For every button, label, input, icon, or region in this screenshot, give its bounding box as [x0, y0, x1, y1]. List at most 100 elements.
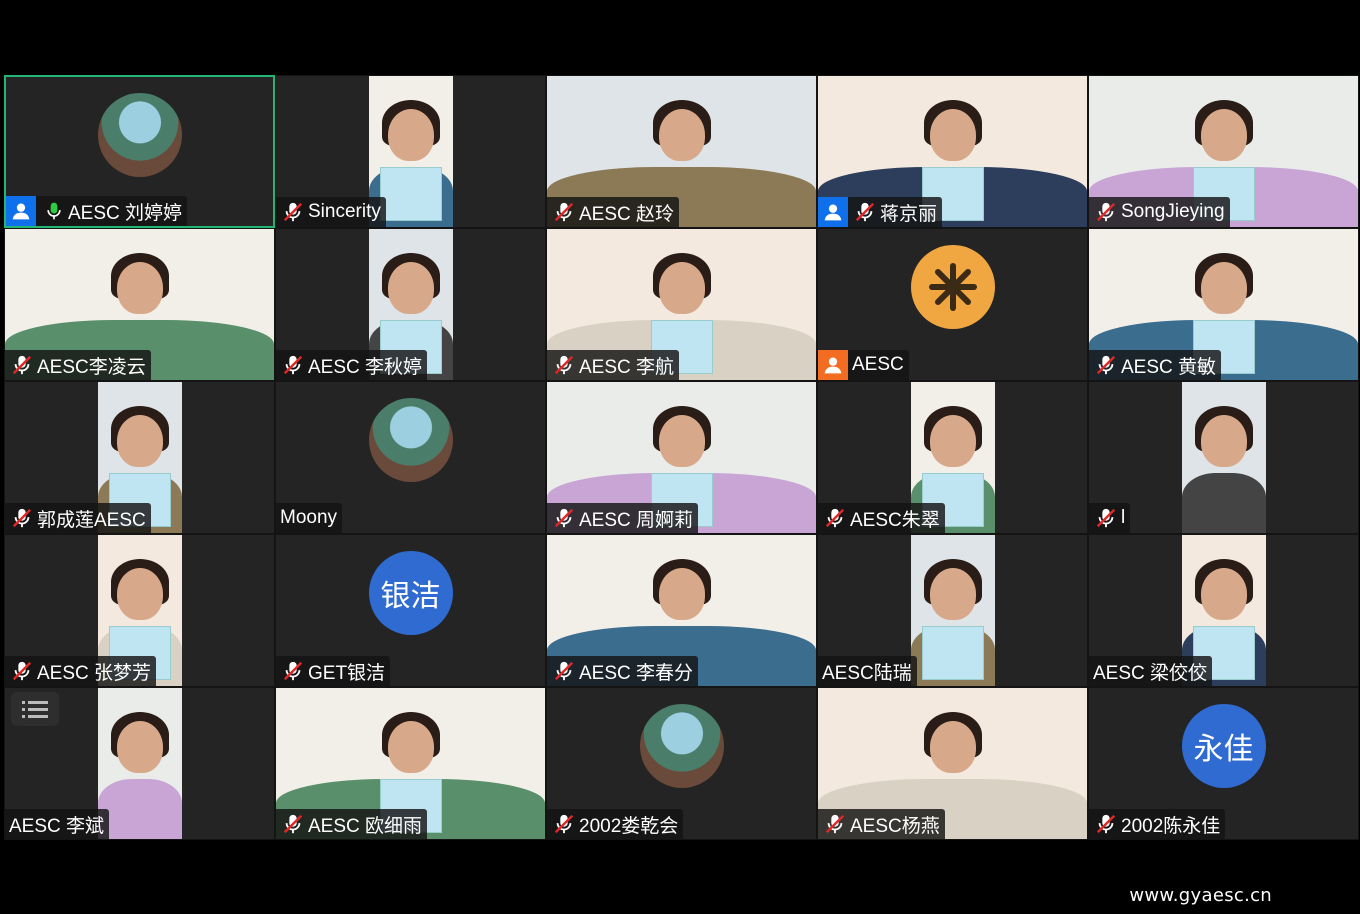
participant-tile[interactable]: AESC — [817, 228, 1088, 381]
person-face — [116, 262, 163, 315]
muted-mic-icon — [554, 355, 574, 375]
participant-name: AESC 周婀莉 — [579, 509, 694, 531]
participant-name: 2002娄乾会 — [579, 815, 679, 837]
participant-tile[interactable]: AESC 黄敏 — [1088, 228, 1359, 381]
participant-tile[interactable]: AESC李凌云 — [4, 228, 275, 381]
participant-tile[interactable]: AESC 李秋婷 — [275, 228, 546, 381]
participant-nametag: Sincerity — [276, 197, 386, 227]
participant-nametag: AESC 刘婷婷 — [6, 196, 188, 226]
participant-nametag: 2002陈永佳 — [1089, 809, 1226, 839]
participant-name: SongJieying — [1121, 201, 1225, 222]
person-face — [929, 415, 976, 468]
participant-name: AESC 李秋婷 — [308, 356, 423, 378]
muted-mic-icon — [1096, 508, 1116, 528]
muted-mic-icon — [1096, 202, 1116, 222]
participant-name: AESC 刘婷婷 — [68, 202, 183, 224]
participant-name: 蒋京丽 — [880, 203, 938, 225]
participant-tile[interactable]: AESC 李春分 — [546, 534, 817, 687]
participant-name: l — [1121, 507, 1126, 528]
participant-name: Moony — [280, 507, 338, 528]
participant-tile[interactable]: Sincerity — [275, 75, 546, 228]
participant-tile[interactable]: AESC 张梦芳 — [4, 534, 275, 687]
participant-nametag: Moony — [276, 503, 343, 533]
participant-tile[interactable]: AESC 刘婷婷 — [4, 75, 275, 228]
profile-photo — [639, 704, 724, 788]
person-face — [116, 568, 163, 621]
initials-avatar: 永佳 — [1181, 704, 1266, 788]
participant-name: AESC 张梦芳 — [37, 662, 152, 684]
person-body — [1181, 472, 1266, 533]
participant-nametag: l — [1089, 503, 1131, 533]
muted-mic-icon — [283, 661, 303, 681]
participant-tile[interactable]: 银洁 GET银洁 — [275, 534, 546, 687]
person-face — [116, 415, 163, 468]
participant-tile[interactable]: 郭成莲AESC — [4, 381, 275, 534]
participant-tile[interactable]: l — [1088, 381, 1359, 534]
participant-tile[interactable]: AESC 李航 — [546, 228, 817, 381]
muted-mic-icon — [283, 355, 303, 375]
participant-name: 郭成莲AESC — [37, 509, 146, 531]
participant-nametag: AESC 张梦芳 — [5, 656, 157, 686]
participant-name: AESC 欧细雨 — [308, 815, 423, 837]
participant-nametag: GET银洁 — [276, 656, 391, 686]
participant-nametag: AESC 李秋婷 — [276, 350, 428, 380]
participant-tile[interactable]: 永佳 2002陈永佳 — [1088, 687, 1359, 840]
book-image — [921, 626, 984, 680]
participant-nametag: AESC — [818, 350, 909, 380]
muted-mic-icon — [12, 508, 32, 528]
muted-mic-icon — [825, 508, 845, 528]
participant-name: AESC李凌云 — [37, 356, 146, 378]
muted-mic-icon — [554, 814, 574, 834]
participant-name: GET银洁 — [308, 662, 386, 684]
participant-tile[interactable]: AESC 欧细雨 — [275, 687, 546, 840]
muted-mic-icon — [554, 202, 574, 222]
participant-nametag: AESC 黄敏 — [1089, 350, 1222, 380]
participant-tile[interactable]: AESC陆瑞 — [817, 534, 1088, 687]
host-user-icon — [818, 197, 848, 227]
participant-tile[interactable]: 2002娄乾会 — [546, 687, 817, 840]
participant-tile[interactable]: AESC 梁佼佼 — [1088, 534, 1359, 687]
participant-name: AESC — [852, 354, 904, 375]
participant-tile[interactable]: AESC 李斌 — [4, 687, 275, 840]
person-face — [929, 568, 976, 621]
participant-nametag: 蒋京丽 — [818, 197, 943, 227]
participant-tile[interactable]: AESC 周婀莉 — [546, 381, 817, 534]
participant-nametag: AESC 梁佼佼 — [1089, 656, 1213, 686]
participant-nametag: AESC朱翠 — [818, 503, 945, 533]
muted-mic-icon — [12, 355, 32, 375]
muted-mic-icon — [283, 814, 303, 834]
person-face — [658, 568, 705, 621]
list-menu-icon[interactable] — [11, 692, 59, 726]
person-face — [658, 262, 705, 315]
participant-nametag: AESC李凌云 — [5, 350, 151, 380]
participant-nametag: AESC 李春分 — [547, 656, 699, 686]
muted-mic-icon — [1096, 814, 1116, 834]
participant-name: 2002陈永佳 — [1121, 815, 1221, 837]
participant-name: AESC 李航 — [579, 356, 675, 378]
participant-name: AESC 李春分 — [579, 662, 694, 684]
person-face — [929, 721, 976, 774]
avatar-initials: 银洁 — [380, 580, 441, 613]
participant-tile[interactable]: 蒋京丽 — [817, 75, 1088, 228]
participant-name: AESC朱翠 — [850, 509, 940, 531]
participant-tile[interactable]: AESC朱翠 — [817, 381, 1088, 534]
mic-on-icon — [47, 202, 61, 220]
participant-tile[interactable]: SongJieying — [1088, 75, 1359, 228]
participant-name: AESC 赵玲 — [579, 203, 675, 225]
muted-mic-icon — [554, 508, 574, 528]
participant-tile[interactable]: AESC杨燕 — [817, 687, 1088, 840]
participant-tile[interactable]: Moony — [275, 381, 546, 534]
participant-tile[interactable]: AESC 赵玲 — [546, 75, 817, 228]
person-face — [387, 109, 434, 162]
host-user-icon — [6, 196, 36, 226]
host-user-icon — [818, 350, 848, 380]
participant-nametag: AESC 欧细雨 — [276, 809, 428, 839]
participant-nametag: 2002娄乾会 — [547, 809, 684, 839]
person-face — [929, 109, 976, 162]
watermark: www.gyaesc.cn — [1129, 885, 1272, 906]
avatar-initials: 永佳 — [1193, 733, 1254, 766]
participant-video — [910, 535, 995, 686]
person-face — [1200, 262, 1247, 315]
muted-mic-icon — [825, 814, 845, 834]
participant-nametag: AESC 李航 — [547, 350, 680, 380]
